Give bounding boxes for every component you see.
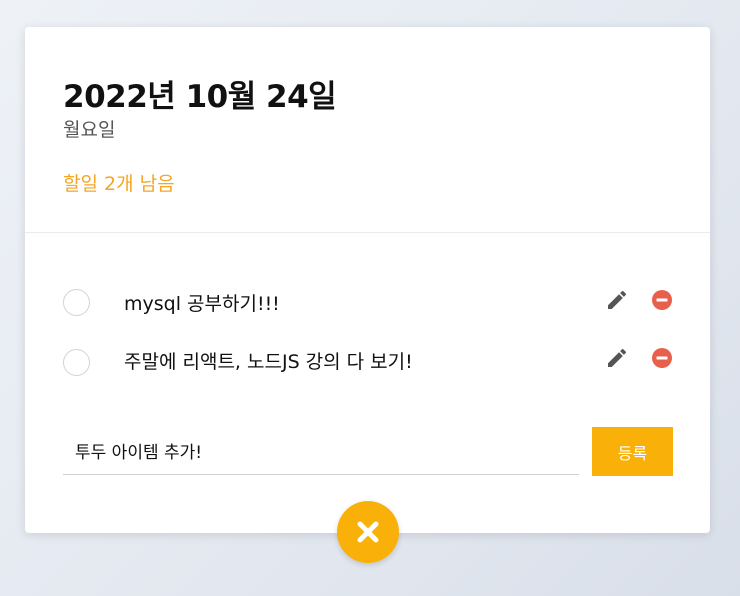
minus-circle-icon[interactable] — [651, 347, 673, 369]
todo-header: 2022년 10월 24일 월요일 할일 2개 남음 — [25, 27, 710, 233]
close-icon — [357, 521, 379, 543]
minus-circle-icon[interactable] — [651, 289, 673, 311]
todo-checkbox[interactable] — [63, 349, 90, 376]
todo-item: 주말에 리액트, 노드JS 강의 다 보기! — [25, 343, 710, 383]
remaining-count: 할일 2개 남음 — [63, 173, 175, 195]
todo-card: 2022년 10월 24일 월요일 할일 2개 남음 mysql 공부하기!!!… — [25, 27, 710, 533]
pencil-icon[interactable] — [605, 346, 629, 370]
page-title: 2022년 10월 24일 — [63, 79, 337, 115]
todo-item: mysql 공부하기!!! — [25, 283, 710, 323]
todo-checkbox[interactable] — [63, 289, 90, 316]
pencil-icon[interactable] — [605, 288, 629, 312]
weekday-label: 월요일 — [63, 119, 116, 141]
todo-text: mysql 공부하기!!! — [124, 293, 280, 315]
add-todo-form: 등록 — [63, 427, 673, 477]
todo-text: 주말에 리액트, 노드JS 강의 다 보기! — [124, 351, 413, 373]
todo-input[interactable] — [63, 427, 579, 475]
submit-button[interactable]: 등록 — [592, 427, 673, 476]
close-button[interactable] — [337, 501, 399, 563]
